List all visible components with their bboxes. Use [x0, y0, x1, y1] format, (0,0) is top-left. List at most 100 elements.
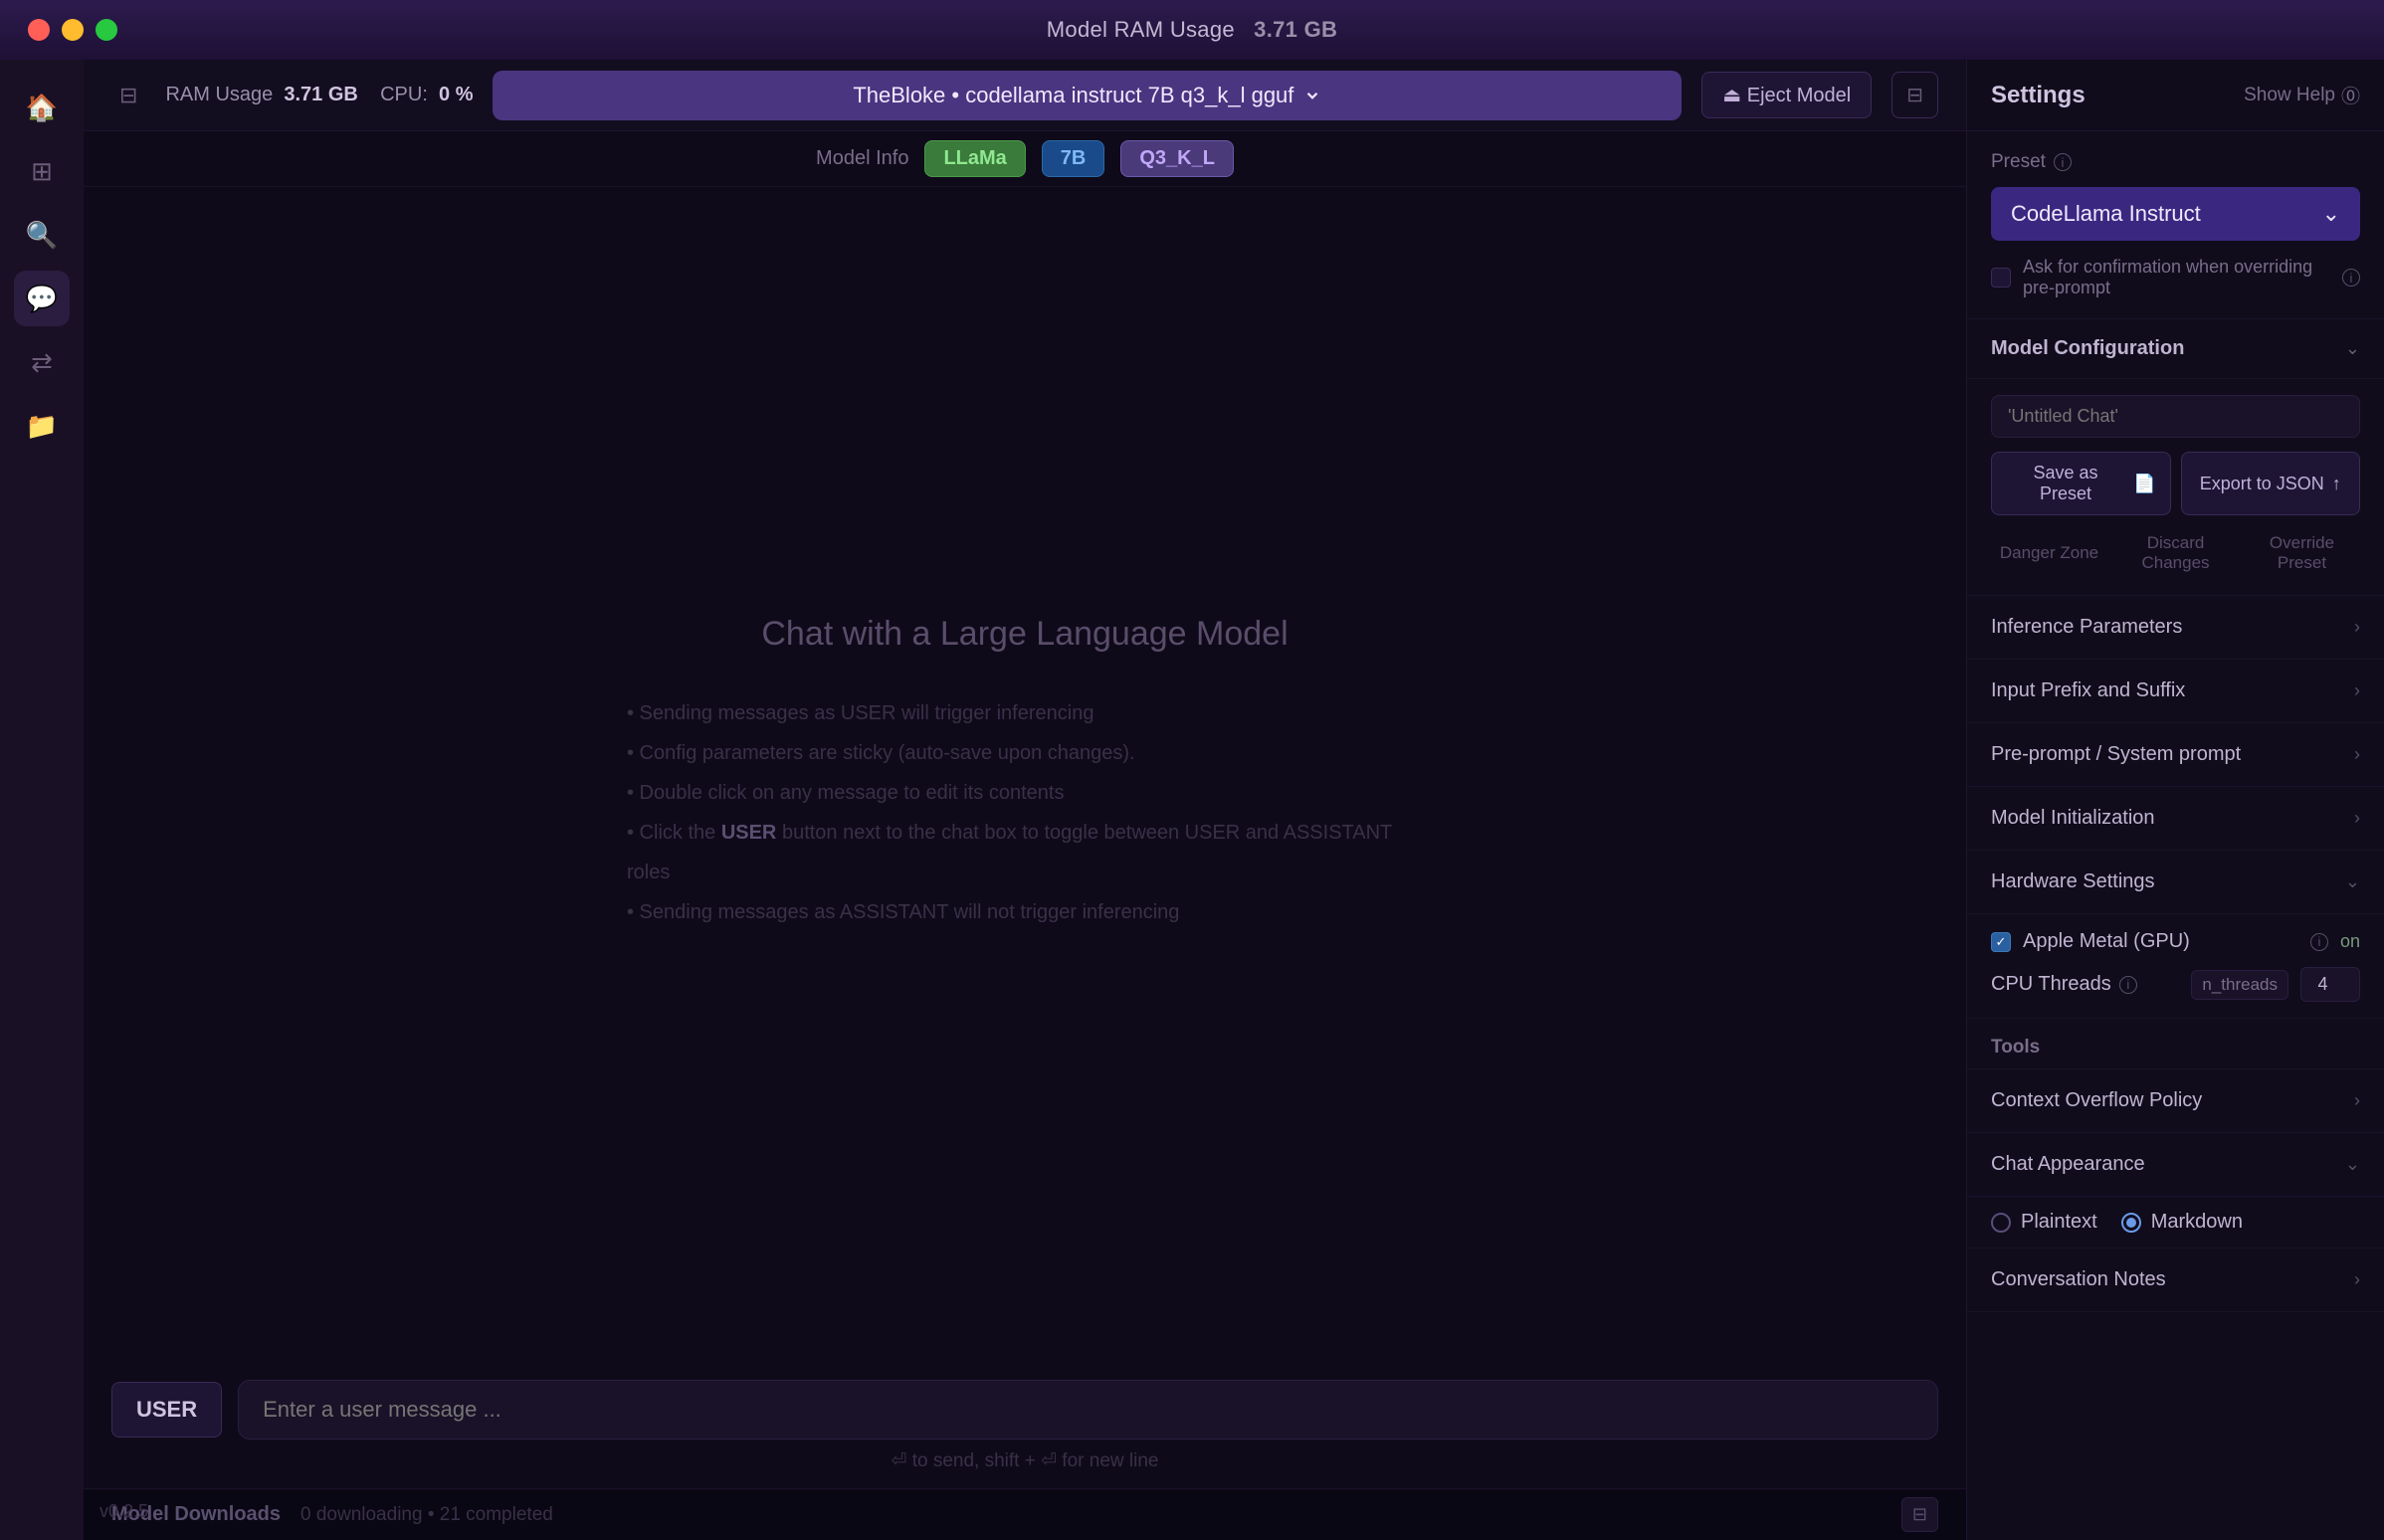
tools-label: Tools: [1991, 1037, 2040, 1058]
markdown-option[interactable]: Markdown: [2121, 1211, 2243, 1234]
confirmation-checkbox[interactable]: [1991, 268, 2011, 288]
tools-header: Tools: [1967, 1019, 2384, 1069]
version-text: v0.2.5: [99, 1501, 148, 1522]
cpu-row: CPU Threads i n_threads: [1991, 967, 2360, 1002]
sidebar-toggle-button[interactable]: ⊟: [111, 75, 145, 116]
export-to-json-button[interactable]: Export to JSON ↑: [2181, 452, 2361, 515]
minimize-button[interactable]: [62, 19, 84, 41]
save-as-preset-label: Save as Preset: [2006, 463, 2125, 504]
override-preset-button[interactable]: Override Preset: [2244, 527, 2360, 579]
danger-actions: Danger Zone Discard Changes Override Pre…: [1991, 527, 2360, 579]
chat-placeholder: Chat with a Large Language Model • Sendi…: [627, 615, 1423, 932]
plaintext-label: Plaintext: [2021, 1211, 2097, 1234]
model-name: TheBloke • codellama instruct 7B q3_k_l …: [853, 83, 1293, 108]
save-as-preset-button[interactable]: Save as Preset 📄: [1991, 452, 2171, 515]
config-for-input[interactable]: [1991, 395, 2360, 438]
confirmation-checkbox-row: Ask for confirmation when overriding pre…: [1991, 257, 2360, 298]
download-status: 0 downloading • 21 completed: [300, 1504, 553, 1526]
eject-model-button[interactable]: ⏏ Eject Model: [1701, 72, 1872, 118]
context-overflow-label: Context Overflow Policy: [1991, 1089, 2202, 1112]
gpu-checkbox[interactable]: ✓: [1991, 932, 2011, 952]
tag-7b: 7B: [1042, 140, 1105, 177]
sidebar-item-transfer[interactable]: ⇄: [14, 334, 70, 390]
preset-info-icon[interactable]: i: [2054, 153, 2072, 171]
plaintext-radio[interactable]: [1991, 1213, 2011, 1233]
cpu-threads-info-icon[interactable]: i: [2119, 976, 2137, 994]
hint-3: • Double click on any message to edit it…: [627, 773, 1423, 813]
gpu-info-icon[interactable]: i: [2310, 933, 2328, 951]
chat-appearance-row[interactable]: Chat Appearance ⌄: [1967, 1133, 2384, 1197]
chat-appearance-label: Chat Appearance: [1991, 1153, 2145, 1176]
inference-params-row[interactable]: Inference Parameters ›: [1967, 596, 2384, 660]
right-panel: Settings Show Help ⓪ Preset i CodeLlama …: [1966, 60, 2384, 1540]
gpu-label-text: Apple Metal (GPU): [2023, 930, 2190, 952]
title-text: Model RAM Usage: [1047, 17, 1235, 42]
model-config-chevron-icon: ⌄: [2345, 338, 2360, 359]
gpu-status: on: [2340, 931, 2360, 952]
cpu-value: 0 %: [439, 84, 473, 105]
close-button[interactable]: [28, 19, 50, 41]
hint-1: • Sending messages as USER will trigger …: [627, 693, 1423, 733]
context-overflow-row[interactable]: Context Overflow Policy ›: [1967, 1069, 2384, 1133]
plaintext-option[interactable]: Plaintext: [1991, 1211, 2097, 1234]
context-overflow-chevron-icon: ›: [2354, 1090, 2360, 1111]
model-config-inner: Save as Preset 📄 Export to JSON ↑ Danger…: [1967, 379, 2384, 596]
app-body: 🏠 ⊞ 🔍 💬 ⇄ 📁 ⊟ RAM Usage 3.71 GB CPU: 0 %…: [0, 60, 2384, 1540]
show-help-button[interactable]: Show Help ⓪: [2244, 82, 2360, 108]
preset-dropdown-button[interactable]: CodeLlama Instruct ⌄: [1991, 187, 2360, 241]
hint-5: • Sending messages as ASSISTANT will not…: [627, 892, 1423, 932]
hint-4: • Click the USER button next to the chat…: [627, 813, 1423, 892]
inference-params-label: Inference Parameters: [1991, 616, 2182, 639]
sidebar-item-toggle[interactable]: ⊞: [14, 143, 70, 199]
discard-changes-button[interactable]: Discard Changes: [2117, 527, 2234, 579]
checkbox-info-icon[interactable]: i: [2342, 269, 2360, 287]
sidebar-item-search[interactable]: 🔍: [14, 207, 70, 263]
danger-zone-button[interactable]: Danger Zone: [1991, 527, 2107, 579]
content-area: ⊟ RAM Usage 3.71 GB CPU: 0 % TheBloke • …: [84, 60, 1966, 1540]
top-bar: ⊟ RAM Usage 3.71 GB CPU: 0 % TheBloke • …: [84, 60, 1966, 131]
model-info-label: Model Info: [816, 147, 908, 170]
preset-chevron-down-icon: ⌄: [2322, 201, 2340, 227]
inference-params-chevron-icon: ›: [2354, 617, 2360, 638]
input-prefix-chevron-icon: ›: [2354, 680, 2360, 701]
sidebar-item-files[interactable]: 📁: [14, 398, 70, 454]
input-row: USER: [111, 1380, 1938, 1440]
gpu-label: Apple Metal (GPU): [2023, 930, 2298, 953]
hint-2: • Config parameters are sticky (auto-sav…: [627, 733, 1423, 773]
input-prefix-suffix-row[interactable]: Input Prefix and Suffix ›: [1967, 660, 2384, 723]
hardware-settings-inner: ✓ Apple Metal (GPU) i on CPU Threads i n…: [1967, 914, 2384, 1019]
appearance-radio-row: Plaintext Markdown: [1991, 1211, 2360, 1234]
settings-title: Settings: [1991, 82, 2086, 109]
sidebar-item-chat[interactable]: 💬: [14, 271, 70, 326]
chat-area: Chat with a Large Language Model • Sendi…: [84, 187, 1966, 1360]
layout-toggle-button[interactable]: ⊟: [1891, 72, 1938, 118]
show-help-label: Show Help: [2244, 85, 2335, 106]
model-init-row[interactable]: Model Initialization ›: [1967, 787, 2384, 851]
sidebar: 🏠 ⊞ 🔍 💬 ⇄ 📁: [0, 60, 84, 1540]
gpu-row: ✓ Apple Metal (GPU) i on: [1991, 930, 2360, 953]
chat-hints: • Sending messages as USER will trigger …: [627, 693, 1423, 932]
save-icon: 📄: [2133, 474, 2155, 494]
sidebar-item-home[interactable]: 🏠: [14, 80, 70, 135]
corner-expand-button[interactable]: ⊟: [1901, 1497, 1938, 1532]
config-actions: Save as Preset 📄 Export to JSON ↑: [1991, 452, 2360, 515]
cpu-threads-label: CPU Threads i: [1991, 973, 2179, 996]
model-info-bar: Model Info LLaMa 7B Q3_K_L: [84, 131, 1966, 187]
model-config-header[interactable]: Model Configuration ⌄: [1967, 319, 2384, 379]
maximize-button[interactable]: [96, 19, 117, 41]
conversation-notes-label: Conversation Notes: [1991, 1268, 2166, 1291]
title-ram-value: 3.71 GB: [1254, 17, 1337, 42]
chevron-down-icon: [1303, 87, 1321, 104]
hardware-settings-row[interactable]: Hardware Settings ⌄: [1967, 851, 2384, 914]
title-bar-text: Model RAM Usage 3.71 GB: [1047, 17, 1337, 43]
pre-prompt-label: Pre-prompt / System prompt: [1991, 743, 2241, 766]
conversation-notes-row[interactable]: Conversation Notes ›: [1967, 1249, 2384, 1312]
markdown-radio[interactable]: [2121, 1213, 2141, 1233]
pre-prompt-row[interactable]: Pre-prompt / System prompt ›: [1967, 723, 2384, 787]
appearance-inner: Plaintext Markdown: [1967, 1197, 2384, 1249]
message-input[interactable]: [238, 1380, 1938, 1440]
cpu-threads-input[interactable]: [2300, 967, 2360, 1002]
model-selector-button[interactable]: TheBloke • codellama instruct 7B q3_k_l …: [493, 71, 1682, 120]
user-role-button[interactable]: USER: [111, 1382, 222, 1438]
traffic-lights: [28, 19, 117, 41]
